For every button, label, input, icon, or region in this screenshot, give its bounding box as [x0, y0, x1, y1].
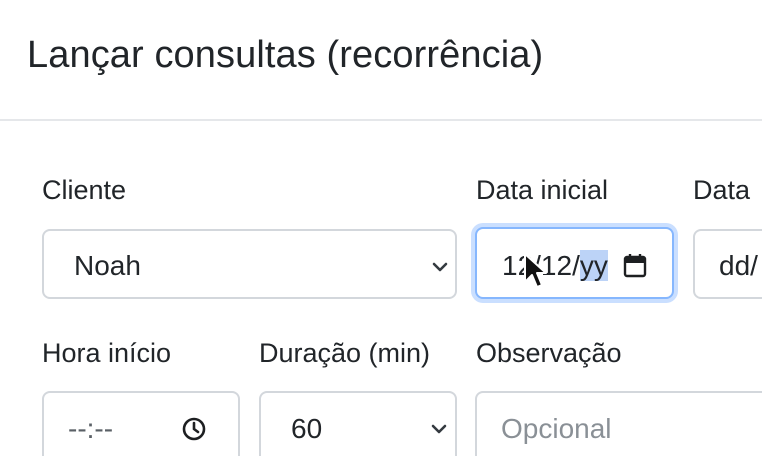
cliente-label: Cliente — [42, 175, 127, 205]
data-inicial-input[interactable]: 12/12/yy — [475, 227, 674, 299]
cliente-select[interactable]: Noah — [42, 229, 457, 299]
modal-title: Lançar consultas (recorrência) — [27, 34, 544, 76]
duracao-label: Duração (min) — [259, 338, 431, 368]
modal-header: Lançar consultas (recorrência) — [0, 0, 762, 121]
data-final-value: dd/ — [719, 250, 758, 281]
data-inicial-value: 12/12/yy — [502, 250, 608, 281]
calendar-icon[interactable] — [623, 253, 647, 279]
hora-inicio-value: --:-- — [68, 413, 114, 444]
modal-dialog: Lançar consultas (recorrência) Cliente D… — [0, 0, 762, 456]
mouse-pointer-icon — [524, 253, 547, 288]
chevron-down-icon — [431, 424, 447, 434]
data-final-label: Data — [693, 175, 751, 205]
cliente-select-value: Noah — [74, 250, 141, 281]
hora-inicio-input[interactable]: --:-- — [42, 391, 240, 456]
hora-inicio-label: Hora início — [42, 338, 172, 368]
duracao-select-value: 60 — [291, 413, 323, 444]
data-inicial-year-selection: yy — [579, 250, 608, 281]
observacao-placeholder: Opcional — [501, 413, 612, 444]
data-inicial-label: Data inicial — [476, 175, 609, 205]
data-final-input[interactable]: dd/ — [693, 229, 762, 299]
observacao-input[interactable]: Opcional — [475, 391, 762, 456]
observacao-label: Observação — [476, 338, 622, 368]
clock-icon[interactable] — [180, 415, 208, 443]
chevron-down-icon — [432, 262, 448, 272]
duracao-select[interactable]: 60 — [259, 391, 457, 456]
